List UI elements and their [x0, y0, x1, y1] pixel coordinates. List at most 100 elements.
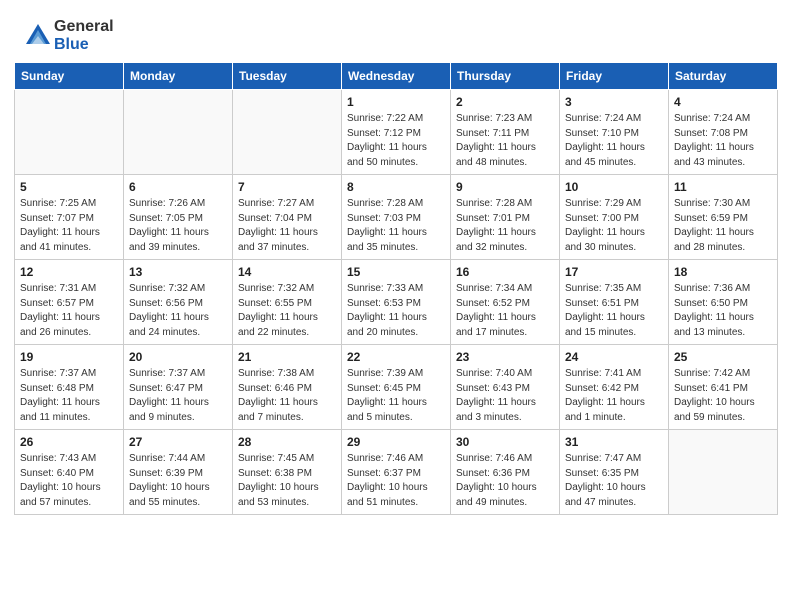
calendar-day-cell: 12 Sunrise: 7:31 AM Sunset: 6:57 PM Dayli… — [15, 260, 124, 345]
calendar-day-cell: 22 Sunrise: 7:39 AM Sunset: 6:45 PM Dayli… — [342, 345, 451, 430]
day-info: Sunrise: 7:26 AM Sunset: 7:05 PM Dayligh… — [129, 197, 227, 255]
calendar-day-cell: 1Sunrise: 7:22 AM Sunset: 7:12 PM Daylig… — [342, 90, 451, 175]
day-info: Sunrise: 7:45 AM Sunset: 6:38 PM Dayligh… — [238, 452, 336, 510]
day-number: 11 — [674, 180, 772, 194]
day-number: 18 — [674, 265, 772, 279]
day-number: 1 — [347, 95, 445, 109]
calendar-day-cell: 26 Sunrise: 7:43 AM Sunset: 6:40 PM Dayli… — [15, 430, 124, 515]
calendar-day-cell — [15, 90, 124, 175]
day-info: Sunrise: 7:40 AM Sunset: 6:43 PM Dayligh… — [456, 367, 554, 425]
day-info: Sunrise: 7:44 AM Sunset: 6:39 PM Dayligh… — [129, 452, 227, 510]
weekday-header: Monday — [124, 63, 233, 90]
calendar-day-cell: 9 Sunrise: 7:28 AM Sunset: 7:01 PM Daylig… — [451, 175, 560, 260]
calendar-day-cell: 10 Sunrise: 7:29 AM Sunset: 7:00 PM Dayli… — [560, 175, 669, 260]
calendar-day-cell: 11Sunrise: 7:30 AM Sunset: 6:59 PM Dayli… — [669, 175, 778, 260]
calendar-day-cell: 5 Sunrise: 7:25 AM Sunset: 7:07 PM Daylig… — [15, 175, 124, 260]
day-info: Sunrise: 7:43 AM Sunset: 6:40 PM Dayligh… — [20, 452, 118, 510]
weekday-header: Friday — [560, 63, 669, 90]
day-number: 7 — [238, 180, 336, 194]
day-info: Sunrise: 7:47 AM Sunset: 6:35 PM Dayligh… — [565, 452, 663, 510]
calendar-day-cell: 29 Sunrise: 7:46 AM Sunset: 6:37 PM Dayli… — [342, 430, 451, 515]
day-number: 30 — [456, 435, 554, 449]
calendar-header-row: SundayMondayTuesdayWednesdayThursdayFrid… — [15, 63, 778, 90]
calendar-day-cell: 23Sunrise: 7:40 AM Sunset: 6:43 PM Dayli… — [451, 345, 560, 430]
day-number: 12 — [20, 265, 118, 279]
day-number: 4 — [674, 95, 772, 109]
day-info: Sunrise: 7:32 AM Sunset: 6:55 PM Dayligh… — [238, 282, 336, 340]
day-number: 16 — [456, 265, 554, 279]
day-info: Sunrise: 7:24 AM Sunset: 7:10 PM Dayligh… — [565, 112, 663, 170]
calendar-week-row: 5 Sunrise: 7:25 AM Sunset: 7:07 PM Daylig… — [15, 175, 778, 260]
day-number: 26 — [20, 435, 118, 449]
calendar-day-cell: 4 Sunrise: 7:24 AM Sunset: 7:08 PM Daylig… — [669, 90, 778, 175]
calendar-day-cell: 7 Sunrise: 7:27 AM Sunset: 7:04 PM Daylig… — [233, 175, 342, 260]
day-number: 5 — [20, 180, 118, 194]
calendar-day-cell: 18 Sunrise: 7:36 AM Sunset: 6:50 PM Dayli… — [669, 260, 778, 345]
weekday-header: Saturday — [669, 63, 778, 90]
calendar-week-row: 1Sunrise: 7:22 AM Sunset: 7:12 PM Daylig… — [15, 90, 778, 175]
day-number: 10 — [565, 180, 663, 194]
calendar-day-cell: 15Sunrise: 7:33 AM Sunset: 6:53 PM Dayli… — [342, 260, 451, 345]
day-number: 25 — [674, 350, 772, 364]
day-info: Sunrise: 7:34 AM Sunset: 6:52 PM Dayligh… — [456, 282, 554, 340]
weekday-header: Thursday — [451, 63, 560, 90]
day-info: Sunrise: 7:32 AM Sunset: 6:56 PM Dayligh… — [129, 282, 227, 340]
logo-general: General — [54, 18, 114, 35]
calendar-day-cell: 6 Sunrise: 7:26 AM Sunset: 7:05 PM Daylig… — [124, 175, 233, 260]
day-number: 21 — [238, 350, 336, 364]
day-number: 29 — [347, 435, 445, 449]
calendar-day-cell — [233, 90, 342, 175]
day-info: Sunrise: 7:28 AM Sunset: 7:01 PM Dayligh… — [456, 197, 554, 255]
day-number: 14 — [238, 265, 336, 279]
day-info: Sunrise: 7:39 AM Sunset: 6:45 PM Dayligh… — [347, 367, 445, 425]
calendar-day-cell: 19 Sunrise: 7:37 AM Sunset: 6:48 PM Dayli… — [15, 345, 124, 430]
calendar-day-cell: 16 Sunrise: 7:34 AM Sunset: 6:52 PM Dayli… — [451, 260, 560, 345]
day-info: Sunrise: 7:41 AM Sunset: 6:42 PM Dayligh… — [565, 367, 663, 425]
day-info: Sunrise: 7:42 AM Sunset: 6:41 PM Dayligh… — [674, 367, 772, 425]
calendar-day-cell: 8Sunrise: 7:28 AM Sunset: 7:03 PM Daylig… — [342, 175, 451, 260]
weekday-header: Wednesday — [342, 63, 451, 90]
day-number: 13 — [129, 265, 227, 279]
day-number: 6 — [129, 180, 227, 194]
calendar-day-cell: 3 Sunrise: 7:24 AM Sunset: 7:10 PM Daylig… — [560, 90, 669, 175]
day-number: 28 — [238, 435, 336, 449]
logo-icon — [24, 22, 52, 50]
logo: General Blue — [24, 18, 114, 54]
calendar-day-cell: 31 Sunrise: 7:47 AM Sunset: 6:35 PM Dayli… — [560, 430, 669, 515]
calendar-week-row: 26 Sunrise: 7:43 AM Sunset: 6:40 PM Dayli… — [15, 430, 778, 515]
calendar-table: SundayMondayTuesdayWednesdayThursdayFrid… — [14, 62, 778, 515]
day-info: Sunrise: 7:31 AM Sunset: 6:57 PM Dayligh… — [20, 282, 118, 340]
day-number: 19 — [20, 350, 118, 364]
day-number: 24 — [565, 350, 663, 364]
day-info: Sunrise: 7:25 AM Sunset: 7:07 PM Dayligh… — [20, 197, 118, 255]
day-info: Sunrise: 7:46 AM Sunset: 6:37 PM Dayligh… — [347, 452, 445, 510]
day-number: 31 — [565, 435, 663, 449]
calendar-week-row: 19 Sunrise: 7:37 AM Sunset: 6:48 PM Dayli… — [15, 345, 778, 430]
day-info: Sunrise: 7:37 AM Sunset: 6:48 PM Dayligh… — [20, 367, 118, 425]
day-info: Sunrise: 7:24 AM Sunset: 7:08 PM Dayligh… — [674, 112, 772, 170]
calendar-day-cell: 13 Sunrise: 7:32 AM Sunset: 6:56 PM Dayli… — [124, 260, 233, 345]
day-number: 9 — [456, 180, 554, 194]
weekday-header: Sunday — [15, 63, 124, 90]
calendar-day-cell: 25 Sunrise: 7:42 AM Sunset: 6:41 PM Dayli… — [669, 345, 778, 430]
day-number: 20 — [129, 350, 227, 364]
calendar-day-cell: 20 Sunrise: 7:37 AM Sunset: 6:47 PM Dayli… — [124, 345, 233, 430]
day-info: Sunrise: 7:36 AM Sunset: 6:50 PM Dayligh… — [674, 282, 772, 340]
day-info: Sunrise: 7:38 AM Sunset: 6:46 PM Dayligh… — [238, 367, 336, 425]
calendar-day-cell: 24 Sunrise: 7:41 AM Sunset: 6:42 PM Dayli… — [560, 345, 669, 430]
calendar-day-cell: 2Sunrise: 7:23 AM Sunset: 7:11 PM Daylig… — [451, 90, 560, 175]
day-info: Sunrise: 7:28 AM Sunset: 7:03 PM Dayligh… — [347, 197, 445, 255]
day-info: Sunrise: 7:23 AM Sunset: 7:11 PM Dayligh… — [456, 112, 554, 170]
weekday-header: Tuesday — [233, 63, 342, 90]
calendar-week-row: 12 Sunrise: 7:31 AM Sunset: 6:57 PM Dayli… — [15, 260, 778, 345]
day-info: Sunrise: 7:29 AM Sunset: 7:00 PM Dayligh… — [565, 197, 663, 255]
day-info: Sunrise: 7:27 AM Sunset: 7:04 PM Dayligh… — [238, 197, 336, 255]
day-number: 3 — [565, 95, 663, 109]
day-number: 27 — [129, 435, 227, 449]
day-info: Sunrise: 7:33 AM Sunset: 6:53 PM Dayligh… — [347, 282, 445, 340]
day-info: Sunrise: 7:37 AM Sunset: 6:47 PM Dayligh… — [129, 367, 227, 425]
calendar-day-cell — [124, 90, 233, 175]
day-number: 17 — [565, 265, 663, 279]
day-number: 22 — [347, 350, 445, 364]
calendar-day-cell: 27 Sunrise: 7:44 AM Sunset: 6:39 PM Dayli… — [124, 430, 233, 515]
